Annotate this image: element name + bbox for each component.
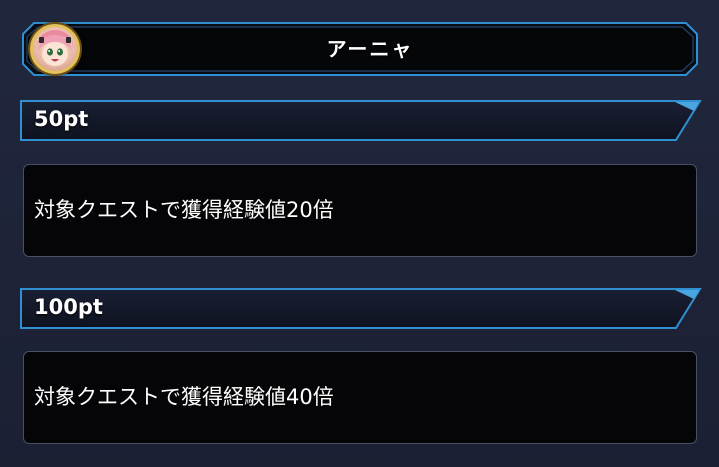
- points-label: 100pt: [34, 295, 103, 319]
- points-header-frame: [20, 288, 702, 329]
- reward-description: 対象クエストで獲得経験値40倍: [34, 385, 334, 409]
- points-header-bar: 50pt: [20, 98, 702, 142]
- points-header-bar: 100pt: [20, 286, 702, 330]
- points-label: 50pt: [34, 107, 89, 131]
- character-name: アーニャ: [326, 37, 414, 61]
- character-portrait-icon: [30, 24, 80, 74]
- character-header: アーニャ: [22, 22, 698, 76]
- reward-description-box: 対象クエストで獲得経験値20倍: [23, 164, 697, 257]
- reward-description-box: 対象クエストで獲得経験値40倍: [23, 351, 697, 444]
- points-header-frame: [20, 100, 702, 141]
- reward-description: 対象クエストで獲得経験値20倍: [34, 198, 334, 222]
